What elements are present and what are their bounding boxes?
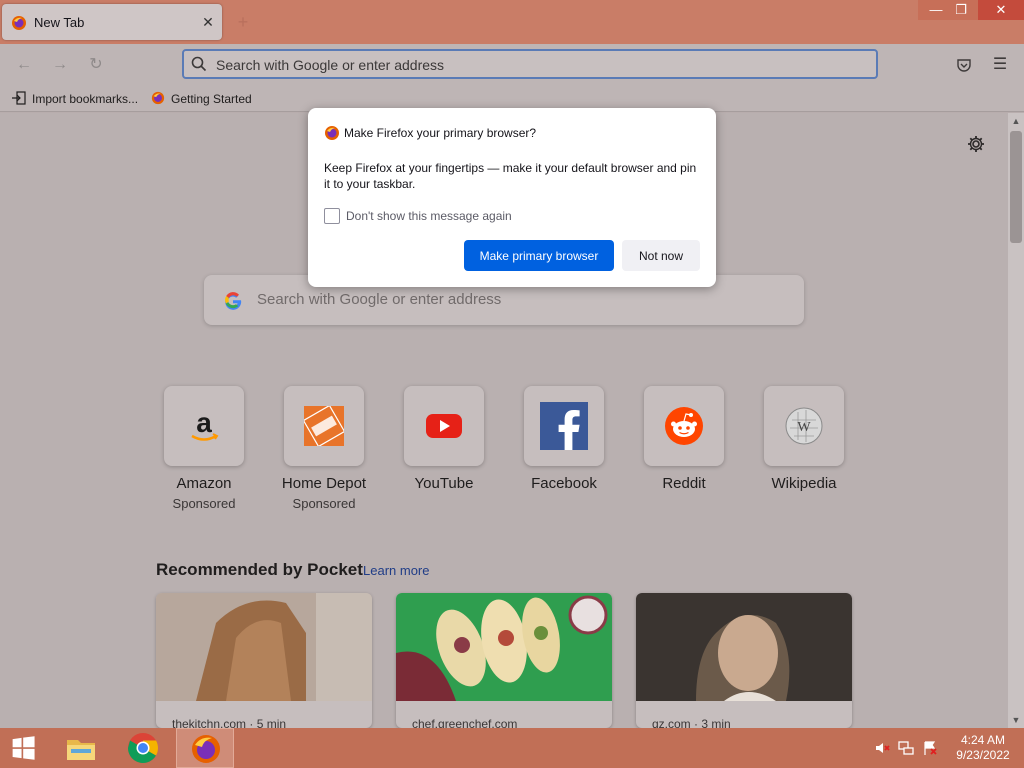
- network-icon[interactable]: [898, 740, 914, 756]
- new-tab-button[interactable]: +: [234, 12, 252, 32]
- pocket-card[interactable]: qz.com · 3 min: [636, 593, 852, 728]
- card-source: qz.com · 3 min: [652, 717, 731, 728]
- top-site-name: Facebook: [531, 475, 597, 492]
- make-primary-browser-button[interactable]: Make primary browser: [464, 240, 614, 271]
- volume-muted-icon[interactable]: [874, 740, 890, 756]
- menu-icon[interactable]: ☰: [989, 54, 1011, 76]
- address-bar[interactable]: Search with Google or enter address: [182, 49, 878, 79]
- top-site-name: Amazon: [176, 475, 232, 492]
- tab-new-tab[interactable]: New Tab ✕: [2, 4, 222, 40]
- card-source: chef.greenchef.com: [412, 717, 518, 728]
- taskbar: 4:24 AM 9/23/2022: [0, 728, 1024, 768]
- search-icon: [191, 56, 207, 72]
- top-site-name: Reddit: [662, 475, 706, 492]
- top-site-amazon[interactable]: a Amazon Sponsored: [164, 386, 244, 511]
- tab-title: New Tab: [34, 15, 85, 30]
- newtab-search-placeholder: Search with Google or enter address: [257, 291, 502, 308]
- home-depot-icon: [304, 406, 344, 446]
- card-source: thekitchn.com · 5 min: [172, 717, 287, 728]
- card-image-tacos: [396, 593, 612, 701]
- google-icon: [225, 292, 242, 310]
- firefox-icon: [192, 735, 220, 763]
- nav-bar: ← → ↻ Search with Google or enter addres…: [0, 44, 1024, 86]
- taskbar-firefox[interactable]: [176, 728, 234, 768]
- clock-time: 4:24 AM: [960, 733, 1006, 747]
- top-site-tile[interactable]: [284, 386, 364, 466]
- card-image-bread: [156, 593, 372, 701]
- top-site-facebook[interactable]: Facebook: [524, 386, 604, 492]
- start-button[interactable]: [0, 728, 58, 768]
- address-bar-placeholder: Search with Google or enter address: [216, 57, 445, 73]
- firefox-icon: [151, 91, 165, 105]
- bookmark-getting-started[interactable]: Getting Started: [151, 91, 252, 106]
- top-site-tile[interactable]: W: [764, 386, 844, 466]
- dialog-body: Keep Firefox at your fingertips — make i…: [324, 161, 697, 191]
- bookmark-label: Getting Started: [171, 92, 252, 106]
- taskbar-chrome[interactable]: [114, 728, 172, 768]
- taskbar-file-explorer[interactable]: [52, 728, 110, 768]
- pocket-learn-more-link[interactable]: Learn more: [363, 563, 429, 578]
- top-site-wikipedia[interactable]: W Wikipedia: [764, 386, 844, 492]
- import-icon: [12, 91, 26, 105]
- firefox-icon: [12, 16, 26, 30]
- top-site-reddit[interactable]: Reddit: [644, 386, 724, 492]
- firefox-icon: [325, 126, 339, 140]
- tab-close-icon[interactable]: ✕: [199, 12, 217, 32]
- reload-icon[interactable]: ↻: [85, 54, 107, 76]
- maximize-button[interactable]: ❐: [944, 0, 978, 20]
- top-site-tile[interactable]: [644, 386, 724, 466]
- window-close-button[interactable]: ✕: [978, 0, 1024, 20]
- youtube-icon: [426, 414, 462, 438]
- top-site-tile[interactable]: a: [164, 386, 244, 466]
- scroll-down-icon[interactable]: ▼: [1008, 712, 1024, 728]
- dont-show-again-checkbox[interactable]: [324, 208, 340, 224]
- clock-date: 9/23/2022: [956, 748, 1010, 762]
- title-bar: New Tab ✕ + — ❐ ✕: [0, 0, 1024, 44]
- not-now-button[interactable]: Not now: [622, 240, 700, 271]
- facebook-icon: [540, 402, 588, 450]
- reddit-icon: [665, 407, 703, 445]
- top-site-sponsored-label: Sponsored: [172, 496, 236, 511]
- top-site-sponsored-label: Sponsored: [292, 496, 356, 511]
- taskbar-clock[interactable]: 4:24 AM 9/23/2022: [948, 733, 1018, 763]
- back-arrow-icon[interactable]: ←: [13, 54, 35, 76]
- pocket-section-title: Recommended by Pocket: [156, 560, 363, 579]
- forward-arrow-icon[interactable]: →: [49, 54, 71, 76]
- top-site-tile[interactable]: [404, 386, 484, 466]
- top-site-youtube[interactable]: YouTube: [404, 386, 484, 492]
- windows-start-icon: [12, 736, 35, 760]
- pocket-card[interactable]: chef.greenchef.com: [396, 593, 612, 728]
- top-site-home-depot[interactable]: Home Depot Sponsored: [282, 386, 366, 511]
- scroll-up-icon[interactable]: ▲: [1008, 113, 1024, 129]
- bookmark-label: Import bookmarks...: [32, 92, 139, 106]
- default-browser-dialog: Make Firefox your primary browser? Keep …: [308, 108, 716, 287]
- action-center-flag-icon[interactable]: [922, 740, 938, 756]
- chrome-icon: [128, 733, 159, 764]
- card-image-portrait: [636, 593, 852, 701]
- bookmark-import[interactable]: Import bookmarks...: [12, 91, 138, 106]
- top-site-name: Home Depot: [281, 475, 367, 492]
- pocket-icon[interactable]: [953, 54, 975, 76]
- gear-icon[interactable]: [966, 134, 986, 154]
- scrollbar[interactable]: ▲ ▼: [1008, 113, 1024, 728]
- top-site-name: YouTube: [414, 475, 474, 492]
- svg-text:a: a: [196, 407, 212, 438]
- dont-show-again-label[interactable]: Don't show this message again: [346, 209, 512, 223]
- top-site-name: Wikipedia: [771, 475, 837, 492]
- svg-text:W: W: [797, 420, 811, 435]
- scrollbar-thumb[interactable]: [1010, 131, 1022, 243]
- file-explorer-icon: [67, 740, 95, 760]
- dialog-title: Make Firefox your primary browser?: [344, 126, 537, 140]
- pocket-card[interactable]: thekitchn.com · 5 min: [156, 593, 372, 728]
- top-site-tile[interactable]: [524, 386, 604, 466]
- wikipedia-icon: W: [785, 407, 823, 445]
- amazon-icon: a: [191, 407, 219, 441]
